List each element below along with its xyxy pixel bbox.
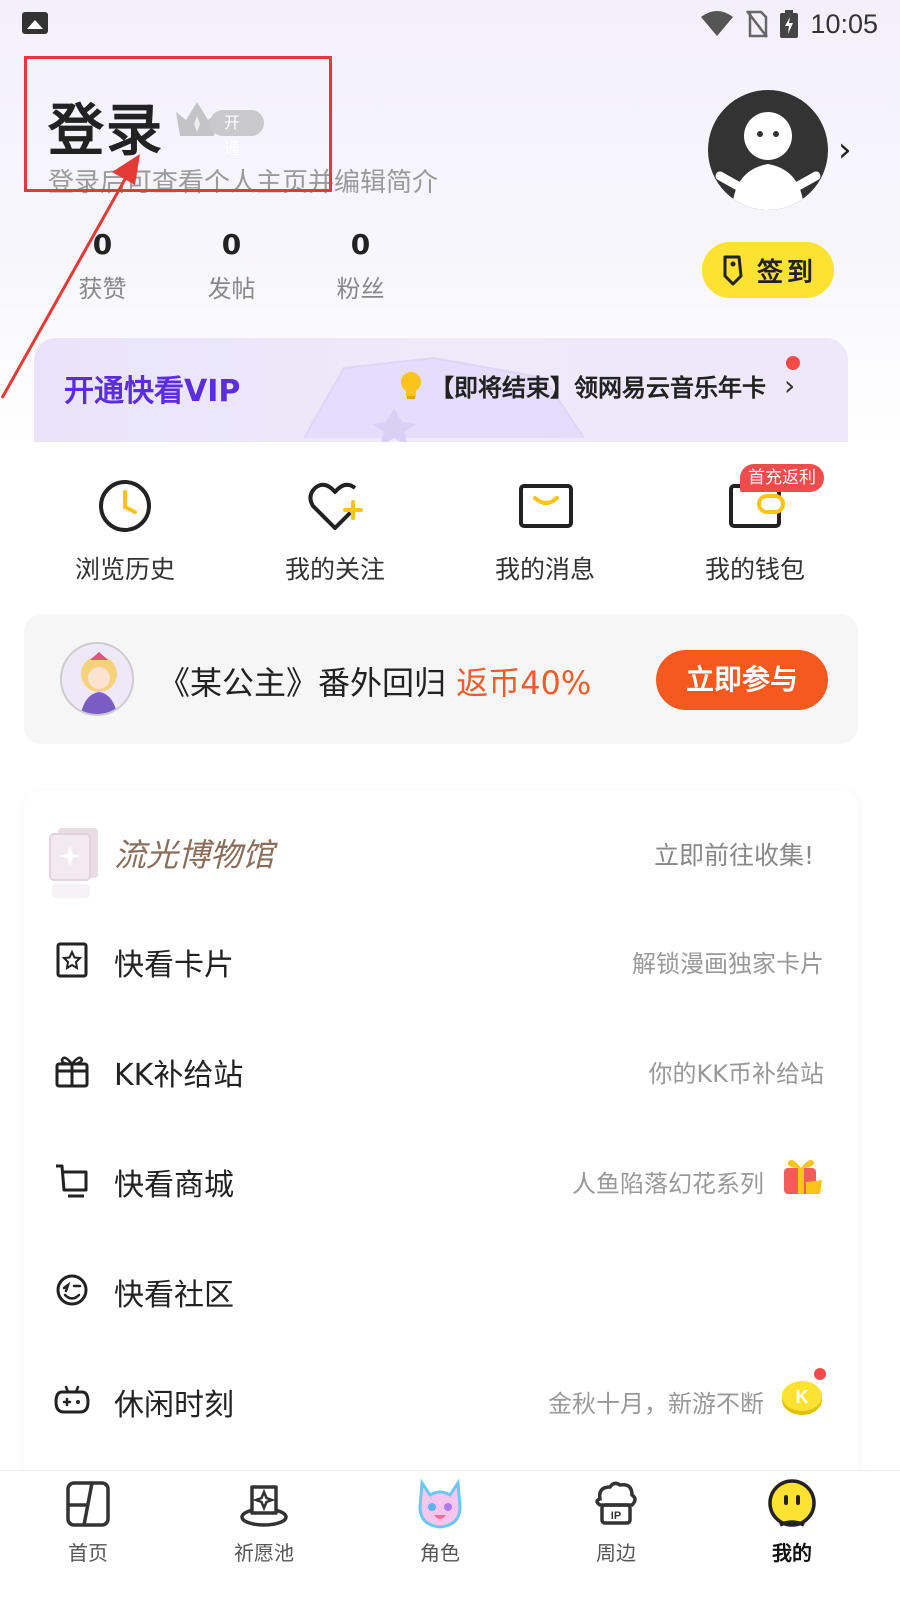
museum-link[interactable]: 立即前往收集! [654,836,814,872]
tag-icon [723,255,743,286]
quick-item-messages[interactable]: 我的消息 [440,476,650,586]
message-icon [519,484,573,528]
quick-label: 我的关注 [284,555,385,584]
tab-merch[interactable]: IP 周边 [528,1471,704,1600]
menu-label: 休闲时刻 [114,1388,234,1423]
quick-label: 我的钱包 [704,555,805,584]
community-icon [56,1274,88,1306]
heart-plus-icon [308,482,363,530]
tab-wish[interactable]: 祈愿池 [176,1471,352,1600]
character-image [62,644,132,714]
lightbulb-icon [401,371,421,399]
checkin-label: 签到 [756,257,817,288]
card-icon [56,942,88,978]
menu-label: 快看卡片 [114,948,234,983]
kk-coin-icon: K [782,1381,822,1415]
no-sim-icon [746,10,769,38]
vip-title: 开通快看VIP [64,374,241,409]
avatar[interactable] [708,90,828,210]
clock-icon [99,480,151,532]
home-icon [66,1481,110,1527]
stat-fans[interactable]: 0 粉丝 [296,228,425,304]
notification-dot [786,356,800,370]
gift-icon [784,1160,822,1194]
gamepad-icon [54,1385,90,1414]
bottom-tab-bar: 首页 祈愿池 角色 IP 周边 我的 [0,1470,900,1600]
checkin-button[interactable]: 签到 [702,242,834,298]
menu-item-leisure[interactable]: 休闲时刻 金秋十月，新游不断 K [24,1344,858,1454]
menu-item-supply-station[interactable]: KK补给站 你的KK币补给站 [24,1014,858,1124]
image-notification-icon [22,12,48,34]
card-stack-icon [49,828,98,898]
gift-box-icon [55,1056,89,1088]
join-now-button[interactable]: 立即参与 [656,650,828,710]
menu-label: 快看社区 [114,1278,234,1313]
stat-likes[interactable]: 0 获赞 [38,228,167,304]
tab-label: 周边 [596,1541,636,1565]
quick-actions: 浏览历史 我的关注 我的消息 我的钱包 [20,476,880,586]
chevron-right-icon: › [784,369,796,402]
quick-item-history[interactable]: 浏览历史 [20,476,230,586]
notification-dot [814,1368,826,1380]
menu-hint: 解锁漫画独家卡片 [632,950,824,978]
promo-title: 《某公主》番外回归 [158,664,447,702]
wallet-promo-badge: 首充返利 [740,464,824,492]
tab-home[interactable]: 首页 [0,1471,176,1600]
promo-banner[interactable]: 《某公主》番外回归 返币40% 立即参与 [24,614,858,744]
tab-label: 我的 [772,1541,812,1565]
wifi-icon [701,11,734,36]
stat-label: 获赞 [78,275,127,303]
vip-promo[interactable]: 【即将结束】领网易云音乐年卡 › [400,368,795,403]
tab-me[interactable]: 我的 [704,1471,880,1600]
quick-label: 浏览历史 [74,555,175,584]
me-icon [768,1479,816,1527]
quick-item-following[interactable]: 我的关注 [230,476,440,586]
quick-item-wallet[interactable]: 我的钱包 [650,476,860,586]
wish-icon [240,1485,288,1527]
menu-card: 流光博物馆 立即前往收集! 快看卡片 解锁漫画独家卡片 KK补给站 你的KK币补… [24,790,858,1490]
menu-label: 快看商城 [114,1168,234,1203]
menu-item-community[interactable]: 快看社区 [24,1234,858,1344]
chevron-right-icon[interactable]: › [838,130,852,170]
menu-hint: 金秋十月，新游不断 [548,1390,764,1418]
promo-highlight: 返币40% [456,664,592,702]
vip-promo-text: 【即将结束】领网易云音乐年卡 [430,374,766,402]
profile-stats: 0 获赞 0 发帖 0 粉丝 [38,228,425,304]
stat-value: 0 [92,228,113,261]
stat-value: 0 [350,228,371,261]
comic-character-avatar [60,642,134,716]
museum-title: 流光博物馆 [114,836,275,874]
merch-icon: IP [595,1481,637,1525]
svg-text:IP: IP [611,1510,621,1522]
quick-label: 我的消息 [494,555,595,584]
tab-label: 首页 [68,1541,108,1565]
stat-label: 发帖 [207,275,256,303]
stat-label: 粉丝 [336,275,385,303]
battery-icon [780,10,799,38]
default-avatar-icon [715,112,821,210]
menu-hint: 你的KK币补给站 [648,1060,824,1088]
tab-label: 祈愿池 [234,1541,294,1565]
tab-label: 角色 [420,1541,460,1565]
menu-item-cards[interactable]: 快看卡片 解锁漫画独家卡片 [24,904,858,1014]
svg-text:K: K [796,1387,809,1407]
vip-card[interactable]: 开通快看VIP 【即将结束】领网易云音乐年卡 › [34,338,848,442]
menu-item-mall[interactable]: 快看商城 人鱼陷落幻花系列 [24,1124,858,1234]
clock-time: 10:05 [810,8,878,39]
stat-posts[interactable]: 0 发帖 [167,228,296,304]
cart-icon [56,1164,88,1198]
character-icon [418,1479,462,1529]
menu-hint: 人鱼陷落幻花系列 [572,1170,764,1198]
tab-character[interactable]: 角色 [352,1471,528,1600]
status-bar: 10:05 [0,0,900,50]
stat-value: 0 [221,228,242,261]
promo-text: 《某公主》番外回归 返币40% [158,658,591,704]
menu-label: KK补给站 [114,1058,244,1093]
